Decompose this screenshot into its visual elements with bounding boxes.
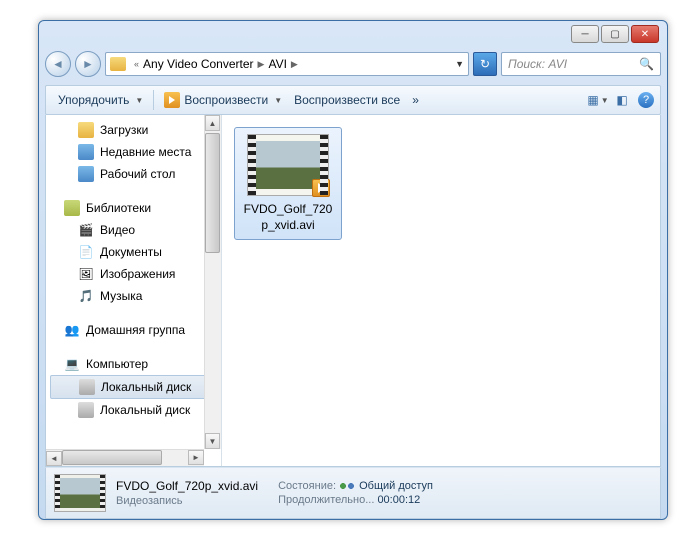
chevron-right-icon: ▶	[291, 59, 298, 70]
tree-item-localdisk[interactable]: Локальный диск	[46, 399, 221, 421]
duration-value: 00:00:12	[377, 494, 420, 506]
tree-item-video[interactable]: 🎬Видео	[46, 219, 221, 241]
play-overlay-icon	[312, 179, 330, 197]
tree-item-homegroup[interactable]: 👥Домашняя группа	[46, 319, 221, 341]
window-controls: ─ ▢ ✕	[571, 25, 659, 43]
scrollbar-thumb[interactable]	[205, 133, 220, 253]
separator	[153, 90, 154, 110]
details-filename: FVDO_Golf_720p_xvid.avi	[116, 479, 258, 493]
nav-bar: ◄ ► « Any Video Converter ▶ AVI ▶ ▼ ↻ По…	[45, 49, 661, 79]
tree-item-images[interactable]: 🖼Изображения	[46, 263, 221, 285]
file-item[interactable]: FVDO_Golf_720p_xvid.avi	[234, 127, 342, 240]
play-icon	[164, 92, 180, 108]
drive-icon	[78, 402, 94, 418]
scroll-up-button[interactable]: ▲	[205, 115, 220, 131]
breadcrumb-item[interactable]: Any Video Converter	[143, 57, 254, 71]
back-button[interactable]: ◄	[45, 51, 71, 77]
play-all-button[interactable]: Воспроизвести все	[288, 90, 406, 110]
tree-item-recent[interactable]: Недавние места	[46, 141, 221, 163]
close-button[interactable]: ✕	[631, 25, 659, 43]
toolbar: Упорядочить ▼ Воспроизвести ▼ Воспроизве…	[45, 85, 661, 115]
file-list[interactable]: FVDO_Golf_720p_xvid.avi	[222, 115, 660, 466]
state-value: Общий доступ	[359, 480, 433, 492]
details-filetype: Видеозапись	[116, 495, 258, 507]
scrollbar-thumb[interactable]	[62, 450, 162, 465]
address-bar[interactable]: « Any Video Converter ▶ AVI ▶ ▼	[105, 52, 469, 76]
minimize-button[interactable]: ─	[571, 25, 599, 43]
music-icon: 🎵	[78, 288, 94, 304]
share-icon	[339, 480, 355, 492]
thumbnail-image	[256, 141, 320, 189]
homegroup-icon: 👥	[64, 322, 80, 338]
navigation-tree: Загрузки Недавние места Рабочий стол Биб…	[46, 115, 222, 466]
play-button[interactable]: Воспроизвести ▼	[158, 89, 288, 111]
chevron-down-icon: ▼	[135, 96, 143, 105]
tree-item-computer[interactable]: 💻Компьютер	[46, 353, 221, 375]
video-thumbnail	[247, 134, 329, 196]
recent-icon	[78, 144, 94, 160]
search-input[interactable]: Поиск: AVI 🔍	[501, 52, 661, 76]
maximize-button[interactable]: ▢	[601, 25, 629, 43]
breadcrumb-item[interactable]: AVI	[268, 57, 286, 71]
desktop-icon	[78, 166, 94, 182]
tree-item-music[interactable]: 🎵Музыка	[46, 285, 221, 307]
search-placeholder: Поиск: AVI	[508, 57, 567, 71]
content-area: Загрузки Недавние места Рабочий стол Биб…	[45, 115, 661, 467]
tree-item-libraries[interactable]: Библиотеки	[46, 197, 221, 219]
organize-button[interactable]: Упорядочить ▼	[52, 90, 149, 110]
image-icon: 🖼	[78, 266, 94, 282]
view-options-button[interactable]: ▦▼	[590, 92, 606, 108]
search-icon[interactable]: 🔍	[639, 57, 654, 71]
forward-button[interactable]: ►	[75, 51, 101, 77]
horizontal-scrollbar[interactable]: ◄ ►	[46, 449, 204, 466]
preview-pane-button[interactable]: ◧	[614, 92, 630, 108]
chevron-right-icon: ▶	[258, 59, 265, 70]
state-label: Состояние:	[278, 480, 336, 492]
explorer-window: ─ ▢ ✕ ◄ ► « Any Video Converter ▶ AVI ▶ …	[38, 20, 668, 520]
scroll-down-button[interactable]: ▼	[205, 433, 220, 449]
drive-icon	[79, 379, 95, 395]
tree-item-downloads[interactable]: Загрузки	[46, 119, 221, 141]
breadcrumb-prefix: «	[134, 59, 139, 69]
video-icon: 🎬	[78, 222, 94, 238]
scroll-left-button[interactable]: ◄	[46, 451, 62, 466]
computer-icon: 💻	[64, 356, 80, 372]
details-pane: FVDO_Golf_720p_xvid.avi Видеозапись Сост…	[45, 467, 661, 519]
duration-label: Продолжительно...	[278, 494, 374, 506]
scroll-right-button[interactable]: ►	[188, 450, 204, 465]
chevron-down-icon[interactable]: ▼	[455, 59, 464, 69]
help-button[interactable]: ?	[638, 92, 654, 108]
file-name: FVDO_Golf_720p_xvid.avi	[241, 202, 335, 233]
document-icon: 📄	[78, 244, 94, 260]
refresh-button[interactable]: ↻	[473, 52, 497, 76]
library-icon	[64, 200, 80, 216]
chevron-down-icon: ▼	[274, 96, 282, 105]
vertical-scrollbar[interactable]: ▲ ▼	[204, 115, 221, 449]
tree-item-localdisk[interactable]: Локальный диск	[50, 375, 217, 399]
folder-icon	[110, 57, 126, 71]
more-button[interactable]: »	[406, 90, 425, 110]
folder-icon	[78, 122, 94, 138]
details-thumbnail	[54, 474, 106, 512]
tree-item-documents[interactable]: 📄Документы	[46, 241, 221, 263]
tree-item-desktop[interactable]: Рабочий стол	[46, 163, 221, 185]
